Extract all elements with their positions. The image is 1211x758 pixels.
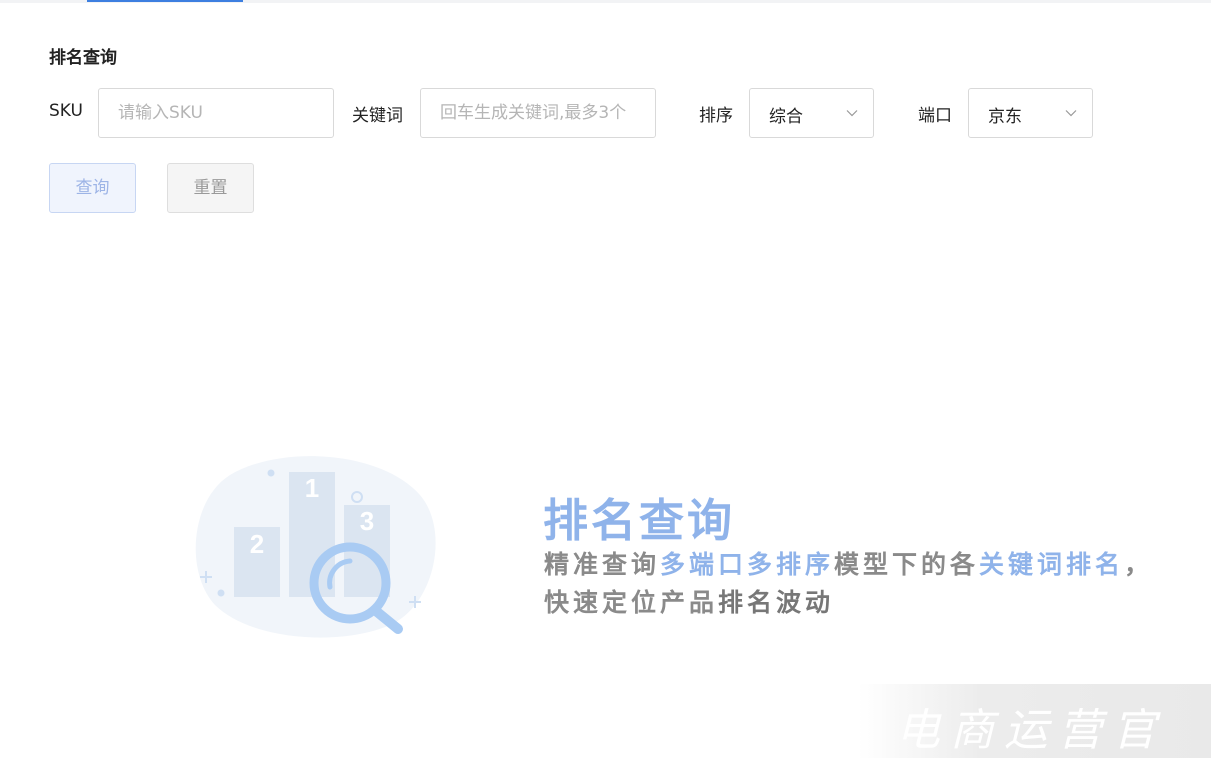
- keyword-input[interactable]: [421, 89, 655, 137]
- watermark: 电商运营官: [858, 684, 1211, 758]
- reset-button[interactable]: 重置: [167, 163, 254, 213]
- podium-number-1: 1: [305, 473, 319, 503]
- promo-title: 排名查询: [543, 494, 736, 547]
- port-selected-value: 京东: [988, 107, 1022, 127]
- promo-text: 快速定位产品: [544, 588, 719, 617]
- promo-highlight: 关键词排名: [979, 550, 1125, 579]
- chevron-down-icon: [1065, 110, 1077, 117]
- sku-label: SKU: [49, 101, 83, 121]
- chevron-down-icon: [846, 110, 858, 117]
- promo-text: 模型下的各: [834, 550, 980, 579]
- decor-dot: [217, 589, 225, 597]
- sku-field-wrapper: [98, 88, 334, 138]
- sort-selected-value: 综合: [769, 107, 803, 127]
- sort-label: 排序: [699, 106, 733, 126]
- promo-text: 精准查询: [544, 550, 661, 579]
- podium-number-3: 3: [360, 506, 374, 536]
- promo-text: ，: [1124, 550, 1154, 579]
- decor-dot: [267, 469, 275, 477]
- query-button[interactable]: 查询: [49, 163, 136, 213]
- sku-input[interactable]: [99, 89, 333, 137]
- watermark-text: 电商运营官: [896, 705, 1166, 756]
- promo-highlight: 多端口多排序: [660, 550, 835, 579]
- keyword-label: 关键词: [352, 106, 403, 126]
- sort-select[interactable]: 综合: [749, 88, 874, 138]
- promo-line-1: 精准查询多端口多排序模型下的各关键词排名，: [544, 545, 1153, 581]
- active-tab-indicator: [87, 0, 243, 2]
- port-label: 端口: [918, 106, 952, 126]
- podium-number-2: 2: [250, 529, 264, 559]
- promo-line-2: 快速定位产品排名波动: [544, 583, 834, 619]
- port-select[interactable]: 京东: [968, 88, 1093, 138]
- ranking-illustration: 1 2 3: [195, 456, 436, 638]
- keyword-field-wrapper: [420, 88, 656, 138]
- promo-emphasis: 排名波动: [718, 588, 835, 617]
- section-title: 排名查询: [49, 48, 117, 68]
